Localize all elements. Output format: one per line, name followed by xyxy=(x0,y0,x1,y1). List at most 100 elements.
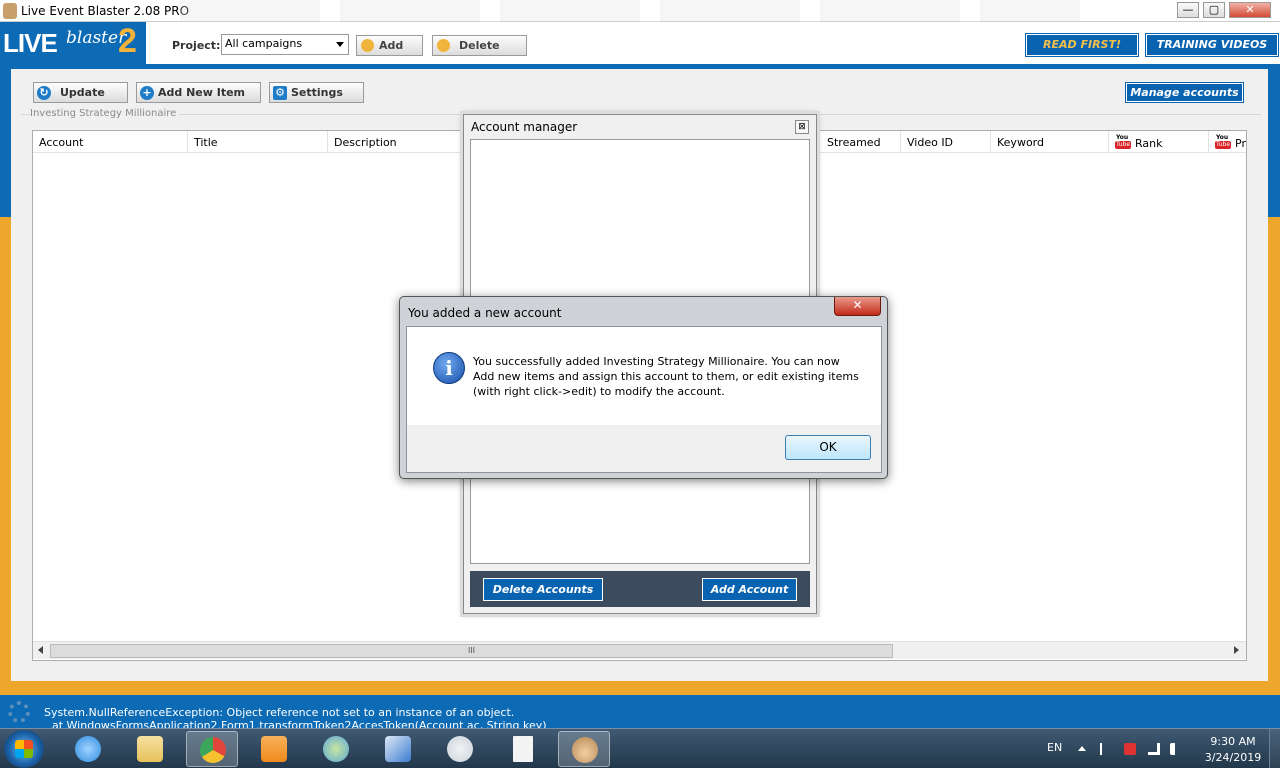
network-signal-icon[interactable] xyxy=(1148,743,1160,755)
error-stack-trace: at WindowsFormsApplication2.Form1.transf… xyxy=(52,719,547,728)
add-account-button[interactable]: Add Account xyxy=(702,578,797,601)
taskbar-remote-desktop[interactable] xyxy=(372,731,424,767)
windows-logo-icon xyxy=(15,740,33,758)
refresh-icon: ↻ xyxy=(37,86,51,100)
people-network-icon xyxy=(323,736,349,762)
dialog-message-line: You successfully added Investing Strateg… xyxy=(473,355,840,368)
add-project-label: Add xyxy=(379,39,404,52)
start-button[interactable] xyxy=(4,730,44,768)
update-label: Update xyxy=(60,86,105,99)
add-new-item-button[interactable]: + Add New Item xyxy=(136,82,261,103)
account-manager-toolbar: Delete Accounts Add Account xyxy=(470,571,810,607)
app-logo: LIVE blaster 2 xyxy=(0,22,146,64)
delete-accounts-button[interactable]: Delete Accounts xyxy=(483,578,603,601)
project-select-value: All campaigns xyxy=(225,37,303,50)
settings-label: Settings xyxy=(291,86,343,99)
error-status-bar: System.NullReferenceException: Object re… xyxy=(0,695,1280,728)
app-icon xyxy=(3,3,17,19)
youtube-icon: You Tube xyxy=(1215,134,1231,149)
youtube-icon: You Tube xyxy=(1115,134,1131,149)
account-manager-title: Account manager xyxy=(471,120,578,134)
scroll-left-icon[interactable] xyxy=(38,646,43,654)
app-header: LIVE blaster 2 Project: All campaigns Ad… xyxy=(0,22,1280,64)
gear-icon: ⚙ xyxy=(273,86,287,100)
account-added-dialog: You added a new account ✕ i You successf… xyxy=(399,296,888,479)
update-button[interactable]: ↻ Update xyxy=(33,82,128,103)
taskbar-live-event-blaster[interactable] xyxy=(558,731,610,767)
window-title: Live Event Blaster 2.08 PRO xyxy=(21,4,190,18)
close-window-button[interactable]: ✕ xyxy=(1229,2,1271,18)
delete-project-button[interactable]: Delete xyxy=(432,35,527,56)
dialog-message-line: (with right click->edit) to modify the a… xyxy=(473,385,725,398)
column-header-streamed[interactable]: Streamed xyxy=(821,131,901,153)
taskbar-people[interactable] xyxy=(310,731,362,767)
loading-gear-icon xyxy=(8,701,30,723)
show-hidden-icons-icon[interactable] xyxy=(1078,746,1086,751)
internet-explorer-icon xyxy=(75,736,101,762)
add-project-button[interactable]: Add xyxy=(356,35,423,56)
column-header-rank-label: Rank xyxy=(1135,137,1163,150)
media-player-icon xyxy=(261,736,287,762)
column-header-video-id[interactable]: Video ID xyxy=(901,131,991,153)
dialog-close-button[interactable]: ✕ xyxy=(834,297,881,316)
info-icon: i xyxy=(433,352,465,384)
add-new-item-label: Add New Item xyxy=(158,86,246,99)
taskbar-chrome[interactable] xyxy=(186,731,238,767)
column-header-pr-label: Pr xyxy=(1235,137,1246,150)
show-desktop-button[interactable] xyxy=(1269,729,1280,768)
dialog-title: You added a new account xyxy=(408,306,562,320)
column-header-pr[interactable]: You Tube Pr xyxy=(1209,131,1246,153)
taskbar-media-player[interactable] xyxy=(248,731,300,767)
app-face-icon xyxy=(572,737,598,763)
chevron-down-icon xyxy=(336,42,344,47)
taskbar-file-explorer[interactable] xyxy=(124,731,176,767)
column-header-title[interactable]: Title xyxy=(188,131,328,153)
taskbar-internet-explorer[interactable] xyxy=(62,731,114,767)
project-label: Project: xyxy=(172,39,221,52)
maximize-button[interactable]: ▢ xyxy=(1203,2,1225,18)
column-header-keyword[interactable]: Keyword xyxy=(991,131,1109,153)
training-videos-button[interactable]: TRAINING VIDEOS xyxy=(1145,33,1279,57)
scissors-icon xyxy=(447,736,473,762)
settings-button[interactable]: ⚙ Settings xyxy=(269,82,364,103)
scroll-right-icon[interactable] xyxy=(1234,646,1239,654)
column-header-rank[interactable]: You Tube Rank xyxy=(1109,131,1209,153)
ok-button[interactable]: OK xyxy=(785,435,871,460)
logo-version-number: 2 xyxy=(118,22,137,60)
language-indicator[interactable]: EN xyxy=(1047,741,1062,754)
action-center-flag-icon[interactable] xyxy=(1100,743,1112,755)
folder-icon xyxy=(137,736,163,762)
security-alert-icon[interactable] xyxy=(1124,743,1136,755)
column-header-description[interactable]: Description xyxy=(328,131,468,153)
delete-icon xyxy=(437,39,450,52)
delete-project-label: Delete xyxy=(459,39,500,52)
account-group-label: Investing Strategy Millionaire xyxy=(30,108,180,119)
volume-icon[interactable] xyxy=(1170,743,1182,755)
dialog-footer: OK xyxy=(407,425,881,472)
clock-time[interactable]: 9:30 AM xyxy=(1208,735,1258,748)
dialog-body: i You successfully added Investing Strat… xyxy=(406,326,882,473)
plus-circle-icon: + xyxy=(140,86,154,100)
chrome-icon xyxy=(200,737,226,763)
minimize-button[interactable]: — xyxy=(1177,2,1199,18)
remote-desktop-icon xyxy=(385,736,411,762)
taskbar-snipping-tool[interactable] xyxy=(434,731,486,767)
project-select[interactable]: All campaigns xyxy=(221,34,349,55)
taskbar-document[interactable] xyxy=(496,731,548,767)
manage-accounts-button[interactable]: Manage accounts xyxy=(1125,82,1244,103)
column-header-account[interactable]: Account xyxy=(33,131,188,153)
scrollbar-thumb[interactable]: III xyxy=(50,644,893,658)
horizontal-scrollbar[interactable]: III xyxy=(33,641,1246,659)
windows-taskbar: EN 9:30 AM 3/24/2019 xyxy=(0,728,1280,768)
dialog-message: You successfully added Investing Strateg… xyxy=(473,354,873,399)
blank-document-icon xyxy=(513,736,533,762)
window-titlebar: Live Event Blaster 2.08 PRO — ▢ ✕ xyxy=(0,0,1280,22)
close-icon[interactable]: ⊠ xyxy=(795,120,809,134)
plus-icon xyxy=(361,39,374,52)
logo-live-text: LIVE xyxy=(3,28,58,58)
clock-date[interactable]: 3/24/2019 xyxy=(1200,751,1266,764)
error-message: System.NullReferenceException: Object re… xyxy=(44,706,515,719)
read-first-button[interactable]: READ FIRST! xyxy=(1025,33,1139,57)
system-tray: EN 9:30 AM 3/24/2019 xyxy=(1040,729,1280,768)
dialog-message-line: Add new items and assign this account to… xyxy=(473,370,859,383)
